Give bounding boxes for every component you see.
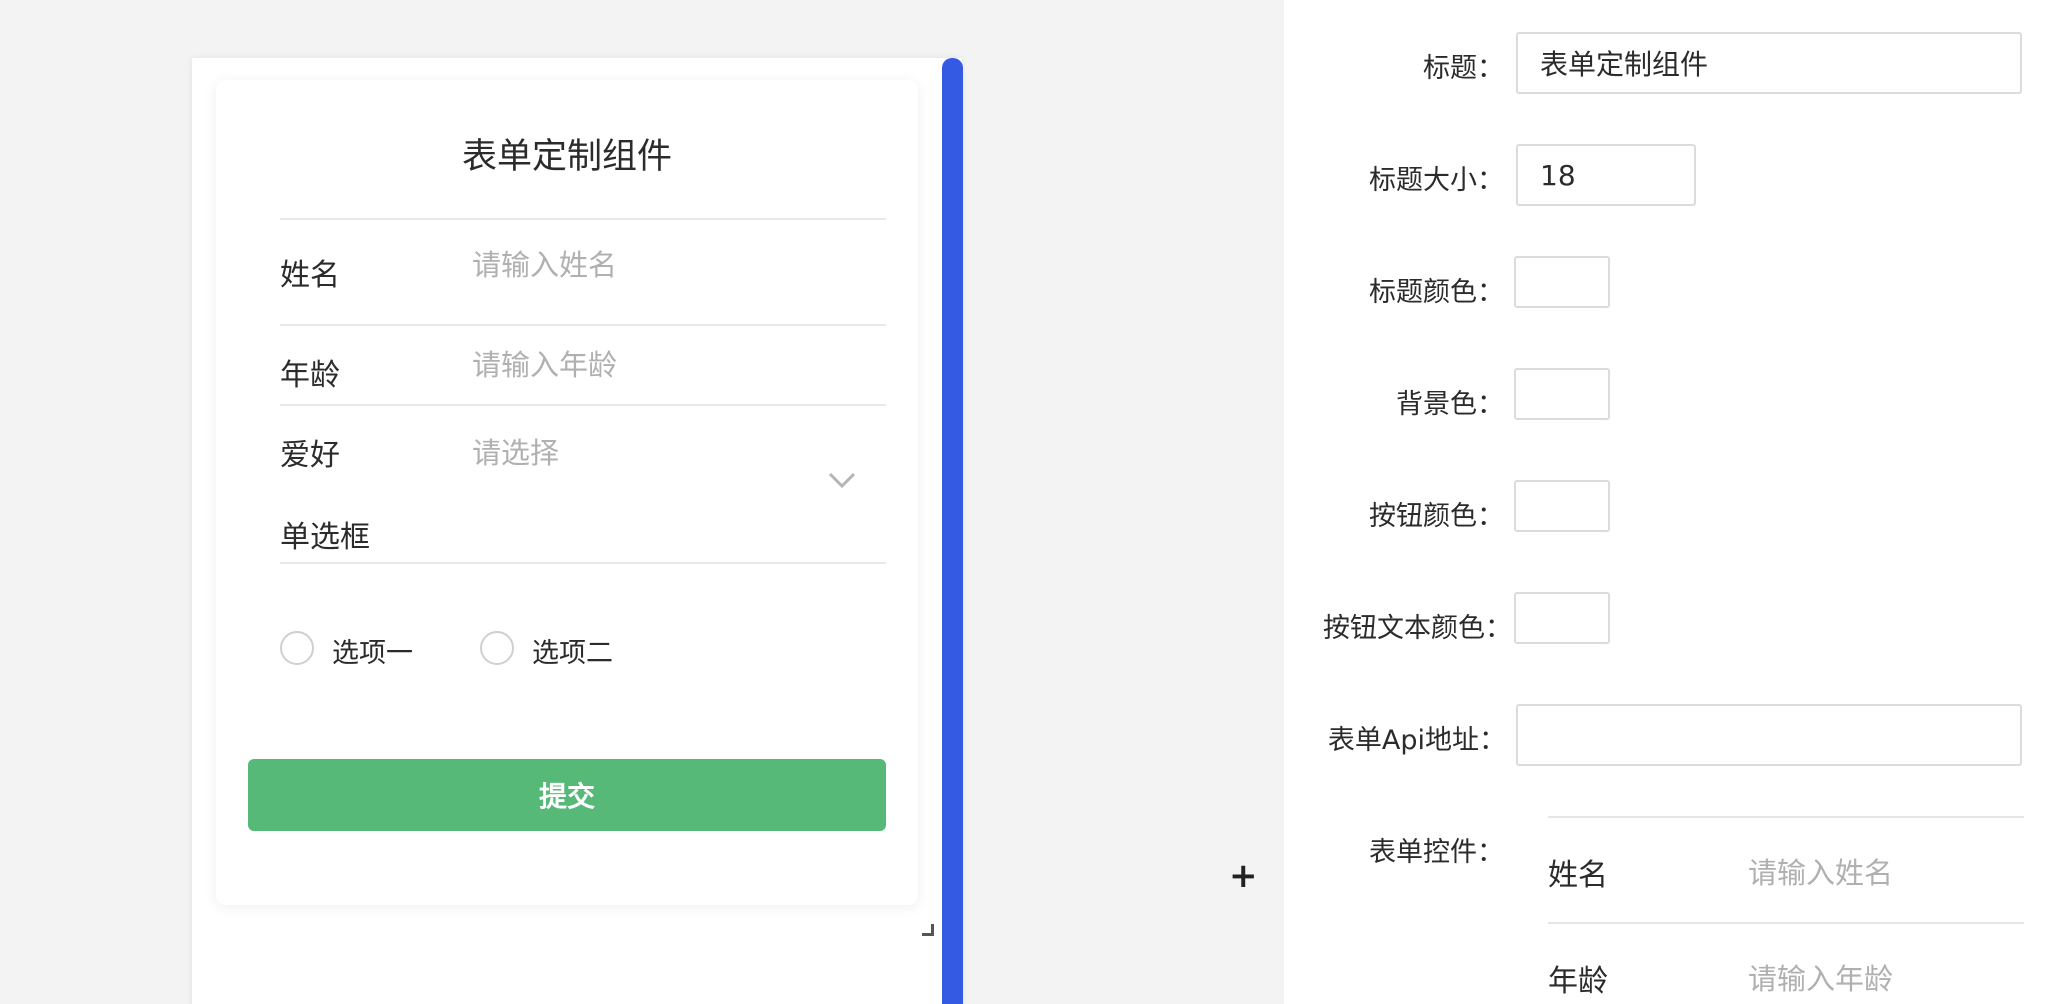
- button-color-picker[interactable]: [1514, 480, 1610, 532]
- control-label-name: 姓名: [1548, 858, 1608, 893]
- title-label: 标题：: [1423, 53, 1504, 84]
- radio-option-2[interactable]: [480, 631, 514, 665]
- title-size-label: 标题大小：: [1369, 165, 1504, 196]
- title-color-label: 标题颜色：: [1369, 277, 1504, 308]
- button-color-label: 按钮颜色：: [1369, 501, 1504, 532]
- title-color-picker[interactable]: [1514, 256, 1610, 308]
- title-input[interactable]: [1516, 32, 2022, 94]
- resize-handle-icon[interactable]: [922, 924, 934, 936]
- chevron-down-icon[interactable]: [826, 464, 858, 496]
- hobby-select[interactable]: 请选择: [472, 430, 832, 472]
- control-label-age: 年龄: [1548, 964, 1608, 999]
- divider: [280, 562, 886, 564]
- age-input[interactable]: [472, 348, 832, 382]
- submit-button[interactable]: 提交: [248, 759, 886, 831]
- divider: [280, 218, 886, 220]
- form-component-preview[interactable]: 表单定制组件 姓名 年龄 爱好 请选择 单选框 选项一 选项二 提交: [216, 80, 918, 905]
- bg-color-picker[interactable]: [1514, 368, 1610, 420]
- radio-group-label: 单选框: [280, 520, 370, 555]
- divider: [1548, 922, 2024, 924]
- name-input[interactable]: [472, 248, 832, 282]
- field-label-name: 姓名: [280, 258, 340, 293]
- property-panel: 标题： 标题大小： 标题颜色： 背景色： 按钮颜色： 按钮文本颜色： 表单Api…: [1284, 0, 2068, 1004]
- field-label-age: 年龄: [280, 358, 340, 393]
- control-placeholder-age[interactable]: 请输入年龄: [1748, 956, 1893, 998]
- selection-bar[interactable]: [942, 58, 963, 1004]
- title-size-input[interactable]: [1516, 144, 1696, 206]
- radio-option-1[interactable]: [280, 631, 314, 665]
- api-label: 表单Api地址：: [1327, 725, 1506, 756]
- add-icon[interactable]: +: [1229, 856, 1258, 896]
- button-text-color-label: 按钮文本颜色：: [1323, 613, 1512, 644]
- radio-option-2-label: 选项二: [532, 638, 613, 669]
- divider: [280, 404, 886, 406]
- bg-color-label: 背景色：: [1396, 389, 1504, 420]
- field-label-hobby: 爱好: [280, 438, 340, 473]
- control-placeholder-name[interactable]: 请输入姓名: [1748, 850, 1893, 892]
- controls-label: 表单控件：: [1369, 837, 1504, 868]
- radio-option-1-label: 选项一: [332, 638, 413, 669]
- divider: [280, 324, 886, 326]
- button-text-color-picker[interactable]: [1514, 592, 1610, 644]
- form-title: 表单定制组件: [461, 137, 672, 177]
- api-input[interactable]: [1516, 704, 2022, 766]
- divider: [1548, 816, 2024, 818]
